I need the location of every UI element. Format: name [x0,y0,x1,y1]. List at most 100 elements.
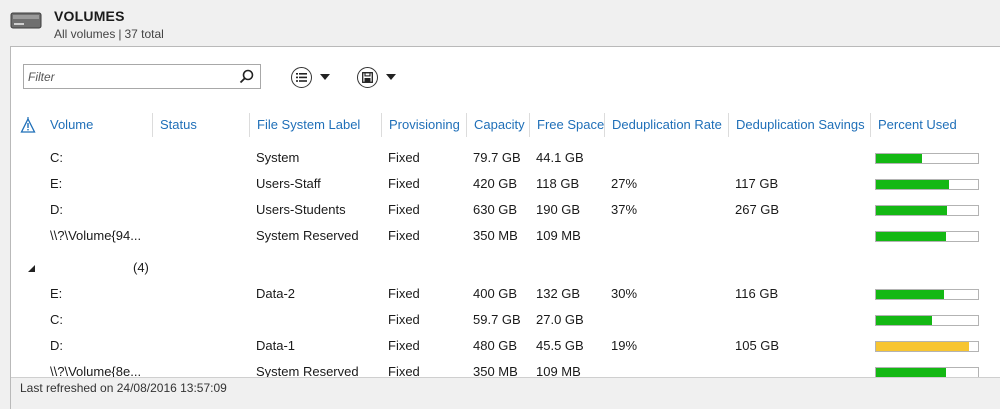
cell-status [152,333,159,359]
column-dedup-savings[interactable]: Deduplication Savings [728,113,870,137]
column-status[interactable]: Status [152,113,249,137]
cell-provisioning: Fixed [388,228,420,243]
cell-provisioning: Fixed [388,312,420,327]
list-icon [291,66,312,88]
percent-used-bar [875,179,979,190]
cell-status [152,197,159,223]
percent-used-bar [875,315,979,326]
tasks-button[interactable] [291,66,330,88]
cell-volume: E: [50,286,63,301]
column-percent-used[interactable]: Percent Used [870,113,1000,137]
column-volume[interactable]: Volume [43,113,153,137]
cell-capacity: 400 GB [473,286,518,301]
cell-free-space: 109 MB [536,228,581,243]
column-warning[interactable] [11,113,43,137]
table-row[interactable]: \\?\Volume{94... System Reserved Fixed 350 … [11,223,1000,249]
toolbar [11,47,1000,107]
group-count: (4) [133,260,149,275]
group-header-row[interactable]: (4) [11,255,1000,281]
cell-dedup-rate: 27% [611,176,638,191]
cell-volume: C: [50,312,63,327]
cell-dedup-savings [728,307,735,333]
percent-used-fill [876,290,944,299]
cell-fs-label: Data-1 [256,338,296,353]
cell-fs-label: Users-Students [256,202,346,217]
percent-used-fill [876,368,946,377]
table-row[interactable]: E: Users-Staff Fixed 420 GB 118 GB 27% 117 GB [11,171,1000,197]
last-refreshed-text: Last refreshed on 24/08/2016 13:57:09 [20,381,227,395]
chevron-down-icon [386,74,396,80]
cell-dedup-savings [728,223,735,249]
cell-fs-label: Users-Staff [256,176,321,191]
cell-volume: D: [50,202,63,217]
table-row[interactable]: E: Data-2 Fixed 400 GB 132 GB 30% 116 GB [11,281,1000,307]
cell-dedup-rate [604,145,611,171]
cell-free-space: 45.5 GB [536,338,584,353]
filter-input[interactable] [24,65,234,88]
expand-triangle-icon[interactable] [28,265,35,272]
percent-used-bar [875,205,979,216]
cell-volume: D: [50,338,63,353]
percent-used-fill [876,154,922,163]
warning-icon [20,117,36,133]
column-provisioning[interactable]: Provisioning [381,113,466,137]
cell-dedup-savings: 117 GB [735,176,779,191]
volumes-grid: Volume Status File System Label Provisio… [11,107,1000,379]
cell-capacity: 420 GB [473,176,518,191]
cell-provisioning: Fixed [388,176,420,191]
subtitle-scope: All volumes [54,27,116,41]
volumes-panel: Volume Status File System Label Provisio… [10,46,1000,409]
search-icon[interactable] [239,69,254,84]
column-dedup-rate[interactable]: Deduplication Rate [604,113,728,137]
cell-volume: C: [50,150,63,165]
cell-free-space: 132 GB [536,286,581,301]
cell-dedup-savings: 116 GB [735,286,779,301]
cell-free-space: 118 GB [536,176,580,191]
cell-capacity: 59.7 GB [473,312,521,327]
cell-dedup-savings: 267 GB [735,202,780,217]
cell-capacity: 630 GB [473,202,518,217]
column-capacity[interactable]: Capacity [466,113,529,137]
grid-header: Volume Status File System Label Provisio… [11,113,1000,137]
cell-dedup-rate: 30% [611,286,638,301]
percent-used-fill [876,342,969,351]
page-subtitle: All volumes | 37 total [54,27,164,41]
status-bar: Last refreshed on 24/08/2016 13:57:09 [11,377,1000,409]
cell-fs-label: Data-2 [256,286,296,301]
cell-free-space: 190 GB [536,202,581,217]
cell-dedup-rate: 19% [611,338,638,353]
percent-used-bar [875,341,979,352]
cell-dedup-savings: 105 GB [735,338,780,353]
cell-dedup-rate: 37% [611,202,638,217]
volumes-header: VOLUMES All volumes | 37 total [0,0,1000,44]
percent-used-bar [875,289,979,300]
subtitle-count: 37 total [124,27,164,41]
cell-fs-label: System Reserved [256,228,359,243]
cell-status [152,223,159,249]
cell-capacity: 480 GB [473,338,518,353]
percent-used-fill [876,316,932,325]
chevron-down-icon [320,74,330,80]
save-button[interactable] [357,66,396,88]
table-row[interactable]: D: Users-Students Fixed 630 GB 190 GB 37% 267 … [11,197,1000,223]
cell-volume: E: [50,176,63,191]
column-fs-label[interactable]: File System Label [249,113,381,137]
cell-free-space: 44.1 GB [536,150,584,165]
percent-used-bar [875,231,979,242]
cell-provisioning: Fixed [388,338,420,353]
cell-provisioning: Fixed [388,286,420,301]
cell-status [152,145,159,171]
table-row[interactable]: D: Data-1 Fixed 480 GB 45.5 GB 19% 105 GB [11,333,1000,359]
percent-used-bar [875,153,979,164]
column-free-space[interactable]: Free Space [529,113,604,137]
table-row[interactable]: C: Fixed 59.7 GB 27.0 GB [11,307,1000,333]
cell-capacity: 350 MB [473,228,518,243]
table-row[interactable]: C: System Fixed 79.7 GB 44.1 GB [11,145,1000,171]
cell-provisioning: Fixed [388,150,420,165]
drive-icon [10,12,42,29]
percent-used-fill [876,206,947,215]
cell-status [152,171,159,197]
page-title: VOLUMES [54,8,125,24]
cell-provisioning: Fixed [388,202,420,217]
save-icon [357,66,378,88]
